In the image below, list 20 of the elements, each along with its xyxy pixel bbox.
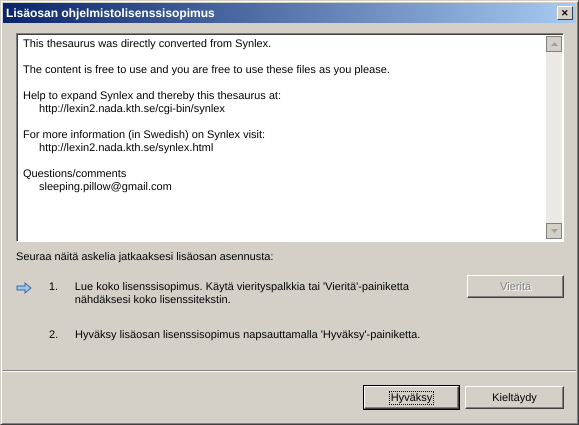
license-text-line: For more information (in Swedish) on Synlex visit: [23, 129, 266, 142]
step-number: 2. [48, 329, 60, 342]
license-text-line: Help to expand Synlex and thereby this thesaurus at: [23, 90, 282, 103]
instructions-text: Seuraa näitä askelia jatkaaksesi lisäosan asennusta: [16, 251, 274, 263]
scroll-up-button[interactable] [546, 36, 562, 52]
step-number: 1. [48, 281, 60, 294]
step-text: Hyväksy lisäosan lisenssisopimus napsauttamalla 'Hyväksy'-painiketta. [75, 329, 422, 342]
scroll-down-button[interactable] [546, 223, 562, 239]
license-text-line: http://lexin2.nada.kth.se/synlex.html [38, 142, 214, 155]
license-text-line: This thesaurus was directly converted from Synlex. [23, 38, 272, 51]
decline-button[interactable]: Kieltäydy [465, 386, 564, 409]
license-text-line: The content is free to use and you are free to use these files as you please. [23, 64, 391, 77]
arrow-right-icon [16, 282, 32, 294]
license-text-line: sleeping.pillow@gmail.com [38, 181, 173, 194]
close-button[interactable]: ✕ [557, 6, 573, 20]
accept-button[interactable]: Hyväksy [364, 386, 459, 409]
license-text-line: http://lexin2.nada.kth.se/cgi-bin/synlex [38, 103, 226, 116]
step-text: Lue koko lisenssisopimus. Käytä vierityspalkkia tai 'Vieritä'-painiketta nähdäksesi koko lisenssitekstin. [74, 281, 410, 307]
window-title: Lisäosan ohjelmistolisenssisopimus [6, 6, 215, 20]
license-text-line: Questions/comments [23, 168, 128, 181]
